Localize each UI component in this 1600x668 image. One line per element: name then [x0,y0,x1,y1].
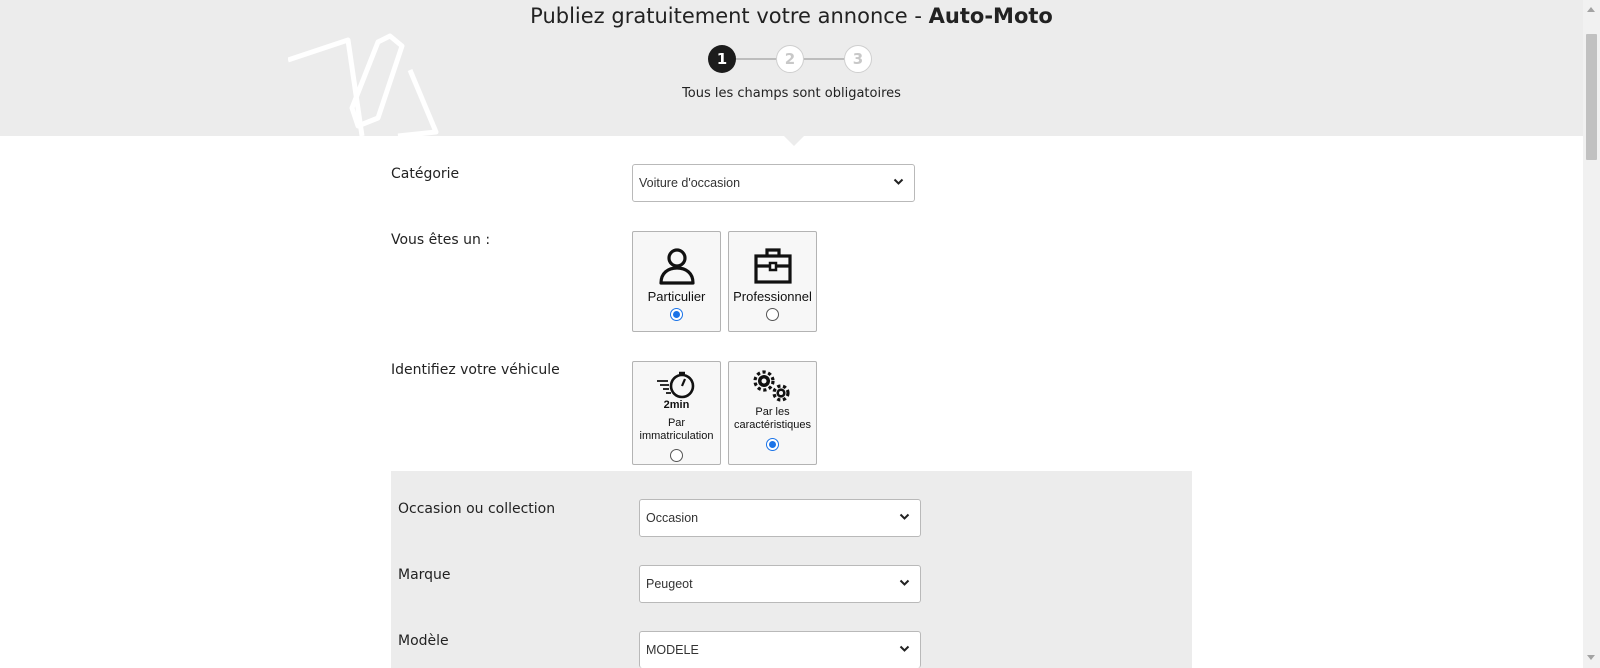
modele-select[interactable]: MODELE [639,631,921,668]
stopwatch-badge: 2min [663,399,690,411]
categorie-select[interactable]: Voiture d'occasion [632,164,915,202]
professionnel-label: Professionnel [733,289,812,304]
caracteristiques-label: Par les caractéristiques [733,406,812,431]
gears-icon [752,370,790,402]
vous-etes-label: Vous êtes un : [391,232,491,248]
marque-label: Marque [398,567,451,583]
immatriculation-label: Par immatriculation [639,417,714,442]
briefcase-icon [753,248,792,284]
step-connector [736,58,776,60]
professionnel-radio[interactable] [766,308,779,321]
particulier-label: Particulier [647,289,706,304]
scrollbar-thumb[interactable] [1586,34,1597,160]
modele-label: Modèle [398,633,449,649]
stopwatch-icon [656,371,694,399]
page-title-brand: Auto-Moto [928,4,1053,28]
scroll-up-icon[interactable] [1587,7,1595,12]
caracteristiques-option[interactable]: Par les caractéristiques [728,361,817,465]
chevron-down-icon [899,645,910,652]
marque-value: Peugeot [646,577,693,591]
step-connector [804,58,844,60]
immatriculation-option[interactable]: 2min Par immatriculation [632,361,721,465]
marque-select[interactable]: Peugeot [639,565,921,603]
step-3: 3 [844,45,872,73]
occasion-value: Occasion [646,511,699,525]
person-icon [658,248,695,285]
caracteristiques-radio[interactable] [766,438,779,451]
chevron-down-icon [899,579,910,586]
required-fields-note: Tous les champs sont obligatoires [682,86,901,101]
particulier-radio[interactable] [670,308,683,321]
identifiez-label: Identifiez votre véhicule [391,362,560,378]
professionnel-option[interactable]: Professionnel [728,231,817,332]
modele-value: MODELE [646,643,699,657]
step-2: 2 [776,45,804,73]
occasion-label: Occasion ou collection [398,501,556,517]
immatriculation-radio[interactable] [670,449,683,462]
scroll-down-icon[interactable] [1587,655,1595,660]
categorie-label: Catégorie [391,166,460,182]
categorie-value: Voiture d'occasion [639,176,741,190]
page-title: Publiez gratuitement votre annonce - Aut… [0,4,1583,28]
chevron-down-icon [893,178,904,185]
chevron-down-icon [899,513,910,520]
publish-illustration-icon [288,33,439,136]
occasion-select[interactable]: Occasion [639,499,921,537]
step-1: 1 [708,45,736,73]
page-title-prefix: Publiez gratuitement votre annonce - [530,4,929,28]
header-notch [783,135,805,146]
particulier-option[interactable]: Particulier [632,231,721,332]
